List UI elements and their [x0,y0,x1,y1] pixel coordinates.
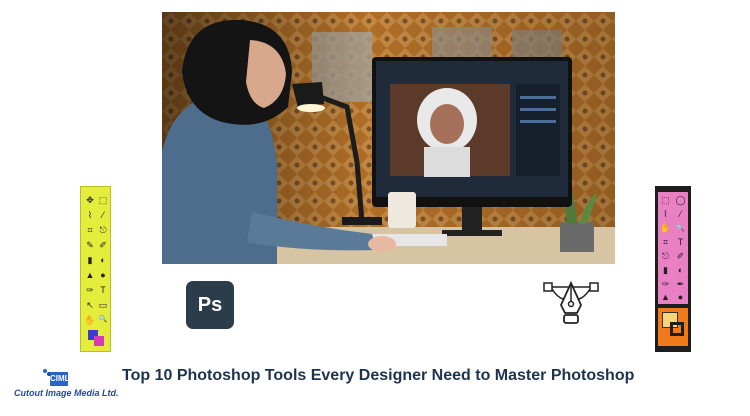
marquee-tool-icon: ⬚ [98,195,108,205]
right-toolbar-tool-panel: ⬚ ◯ ⌇ ⁄ ✋ 🔍 ⌗ T ⎋ ✐ ▮ ◐ ✑ ✒ ▲ ● [658,192,688,304]
crop-tool-icon: ⌗ [87,225,93,235]
magic-wand-tool-icon: ⁄ [102,210,104,220]
pen-tool-small-icon: ✑ [86,285,94,295]
pen-tool-small-icon: ✒ [676,279,685,289]
hero-photo [162,12,615,264]
type-tool-icon: T [100,285,106,295]
clone-stamp-tool-icon: ▮ [663,265,668,275]
marquee-tool-icon: ⬚ [661,195,670,205]
background-color-swatch [94,336,104,346]
hero-photo-illustration [162,12,615,264]
type-tool-icon: T [677,237,684,247]
hand-tool-icon: ✋ [84,315,96,325]
photoshop-logo: Ps [186,281,234,329]
page-headline: Top 10 Photoshop Tools Every Designer Ne… [122,367,635,384]
clone-stamp-tool-icon: ▮ [87,255,93,265]
eyedropper-tool-icon: ⎋ [99,225,107,235]
magic-wand-tool-icon: ⁄ [679,209,682,219]
lasso-tool-icon: ⌇ [663,209,668,219]
company-logo-badge: CIML [50,372,70,386]
left-photoshop-toolbar: ✥ ⬚ ⌇ ⁄ ⌗ ⎋ ✎ ✐ ▮ ◐ ▲ ● ✑ T ↖ ▭ ✋ 🔍 [80,186,111,352]
lasso-tool-icon: ⌇ [87,210,93,220]
zoom-tool-icon: 🔍 [676,225,685,232]
pencil-tool-icon: ✑ [661,279,670,289]
healing-brush-tool-icon: ⎋ [661,251,670,261]
history-brush-tool-icon: ◐ [100,255,106,265]
ellipse-marquee-tool-icon: ◯ [675,195,686,205]
hand-tool-icon: ✋ [659,223,672,233]
photoshop-logo-text: Ps [197,294,223,316]
pen-tool-icon [543,280,599,331]
right-toolbar-color-panel [658,308,688,346]
blur-tool-icon: ▲ [661,292,670,302]
right-photoshop-toolbar: ⬚ ◯ ⌇ ⁄ ✋ 🔍 ⌗ T ⎋ ✐ ▮ ◐ ✑ ✒ ▲ ● [655,186,691,352]
dodge-tool-icon: ● [100,270,106,280]
dodge-tool-icon: ● [677,292,684,302]
shape-tool-icon: ▭ [98,300,108,310]
blur-tool-icon: ▲ [85,270,95,280]
brush-tool-icon: ✐ [676,251,685,261]
pen-tool-icon-graphic [543,280,599,324]
brush-tool-icon: ✐ [99,240,107,250]
zoom-tool-icon: 🔍 [98,316,108,323]
crop-tool-icon: ⌗ [662,237,669,247]
company-logo: CIML Cutout Image Media Ltd. [14,368,119,404]
history-brush-tool-icon: ◐ [677,265,684,275]
path-selection-tool-icon: ↖ [86,300,94,310]
move-tool-icon: ✥ [86,195,94,205]
healing-brush-tool-icon: ✎ [86,240,94,250]
company-logo-name: Cutout Image Media Ltd. [14,388,119,398]
background-color-swatch [670,322,684,336]
